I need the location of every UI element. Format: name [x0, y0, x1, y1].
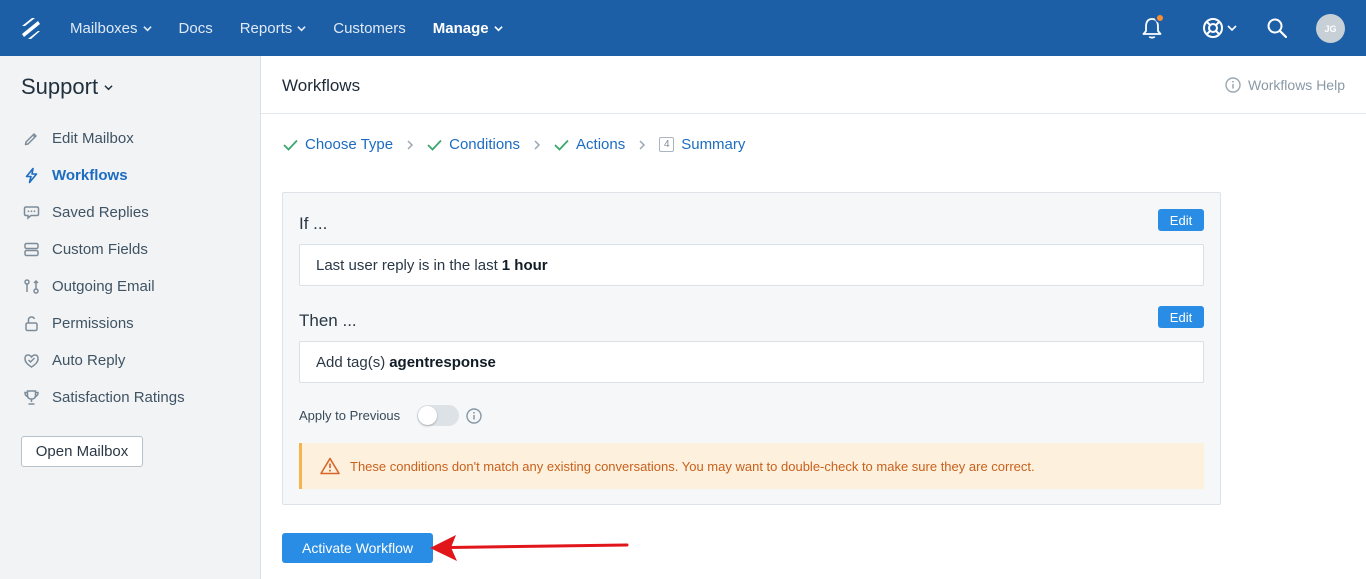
workflows-help-label: Workflows Help — [1248, 77, 1345, 93]
auto-reply-icon — [22, 352, 40, 370]
toggle-knob — [418, 406, 438, 425]
apply-to-previous-toggle[interactable] — [417, 405, 460, 426]
sidebar-item-saved-replies[interactable]: Saved Replies — [22, 194, 185, 231]
chevron-right-icon — [534, 139, 541, 150]
sidebar-item-label: Satisfaction Ratings — [52, 389, 185, 406]
page-header: Workflows Workflows Help — [261, 56, 1366, 114]
nav-manage-label: Manage — [432, 19, 489, 37]
lock-icon — [22, 315, 40, 333]
action-value: agentresponse — [389, 353, 496, 371]
chevron-down-icon — [297, 25, 306, 31]
action-text: Add tag(s) — [316, 353, 386, 371]
sidebar-item-label: Edit Mailbox — [52, 130, 134, 147]
main-nav: Mailboxes Docs Reports Customers Manage — [70, 0, 530, 56]
info-icon[interactable] — [466, 407, 482, 424]
sidebar-item-label: Saved Replies — [52, 204, 149, 221]
workflows-help-link[interactable]: Workflows Help — [1225, 77, 1345, 93]
chevron-down-icon — [142, 25, 152, 31]
workflow-steps: Choose Type Conditions Actions 4 Summary — [283, 136, 745, 153]
step-label: Conditions — [449, 136, 521, 153]
workflow-summary-panel: If ... Edit Last user reply is in the la… — [282, 192, 1221, 505]
sidebar-item-label: Permissions — [52, 315, 134, 332]
nav-mailboxes-label: Mailboxes — [70, 19, 138, 37]
sidebar-item-label: Auto Reply — [52, 352, 126, 369]
check-icon — [554, 139, 569, 151]
apply-to-previous-row: Apply to Previous — [299, 405, 482, 426]
nav-reports-label: Reports — [239, 19, 293, 37]
condition-value: 1 hour — [501, 256, 548, 274]
sidebar-item-label: Custom Fields — [52, 241, 148, 258]
nav-customers-label: Customers — [333, 19, 406, 37]
pencil-icon — [22, 130, 40, 148]
if-label: If ... — [299, 214, 328, 233]
edit-actions-button[interactable]: Edit — [1158, 306, 1204, 328]
speech-bubble-icon — [22, 204, 40, 222]
sidebar-item-satisfaction-ratings[interactable]: Satisfaction Ratings — [22, 379, 185, 416]
nav-docs[interactable]: Docs — [179, 20, 213, 37]
sidebar-menu: Edit Mailbox Workflows Saved Replies Cus… — [22, 120, 185, 416]
annotation-arrow-icon — [430, 535, 629, 561]
step-number: 4 — [659, 137, 675, 152]
sidebar-item-label: Outgoing Email — [52, 278, 155, 295]
step-summary[interactable]: 4 Summary — [659, 136, 745, 153]
chevron-down-icon — [493, 25, 503, 31]
step-actions[interactable]: Actions — [554, 136, 625, 153]
sidebar-item-workflows[interactable]: Workflows — [22, 157, 185, 194]
condition-text: Last user reply is in the last — [316, 256, 498, 274]
sidebar-item-outgoing-email[interactable]: Outgoing Email — [22, 268, 185, 305]
step-label: Summary — [681, 136, 746, 153]
nav-mailboxes[interactable]: Mailboxes — [70, 20, 152, 37]
logo-icon[interactable] — [19, 17, 43, 41]
nav-customers[interactable]: Customers — [333, 20, 406, 37]
step-label: Choose Type — [305, 136, 394, 153]
sidebar-item-custom-fields[interactable]: Custom Fields — [22, 231, 185, 268]
step-choose-type[interactable]: Choose Type — [283, 136, 393, 153]
mailbox-name: Support — [21, 74, 99, 99]
open-mailbox-button[interactable]: Open Mailbox — [21, 436, 143, 467]
notification-dot — [1155, 13, 1165, 23]
info-icon — [1225, 77, 1241, 93]
outgoing-email-icon — [22, 278, 40, 296]
then-label: Then ... — [299, 311, 357, 330]
condition-rule: Last user reply is in the last 1 hour — [299, 244, 1204, 286]
lifebuoy-icon[interactable] — [1202, 17, 1238, 39]
chevron-right-icon — [639, 139, 646, 150]
lightning-icon — [22, 167, 40, 185]
search-icon[interactable] — [1267, 18, 1287, 38]
check-icon — [427, 139, 442, 151]
check-icon — [283, 139, 298, 151]
step-conditions[interactable]: Conditions — [427, 136, 520, 153]
sidebar-item-edit-mailbox[interactable]: Edit Mailbox — [22, 120, 185, 157]
sidebar-item-permissions[interactable]: Permissions — [22, 305, 185, 342]
sidebar: Support Edit Mailbox Workflows Saved Rep… — [0, 56, 261, 579]
nav-reports[interactable]: Reports — [240, 20, 307, 37]
edit-conditions-button[interactable]: Edit — [1158, 209, 1204, 231]
chevron-right-icon — [407, 139, 414, 150]
apply-to-previous-label: Apply to Previous — [299, 408, 401, 423]
trophy-icon — [22, 389, 40, 407]
mailbox-switcher[interactable]: Support — [21, 74, 113, 100]
warning-alert: These conditions don't match any existin… — [299, 443, 1204, 489]
fields-icon — [22, 241, 40, 259]
warning-icon — [320, 457, 340, 475]
step-label: Actions — [576, 136, 626, 153]
warning-text: These conditions don't match any existin… — [350, 458, 1035, 474]
activate-workflow-button[interactable]: Activate Workflow — [282, 533, 433, 563]
nav-manage[interactable]: Manage — [433, 20, 503, 37]
avatar[interactable]: JG — [1316, 14, 1345, 43]
nav-docs-label: Docs — [178, 19, 213, 37]
action-rule: Add tag(s) agentresponse — [299, 341, 1204, 383]
sidebar-item-auto-reply[interactable]: Auto Reply — [22, 342, 185, 379]
chevron-down-icon — [104, 84, 113, 90]
sidebar-item-label: Workflows — [52, 167, 128, 184]
page-title: Workflows — [282, 76, 361, 95]
